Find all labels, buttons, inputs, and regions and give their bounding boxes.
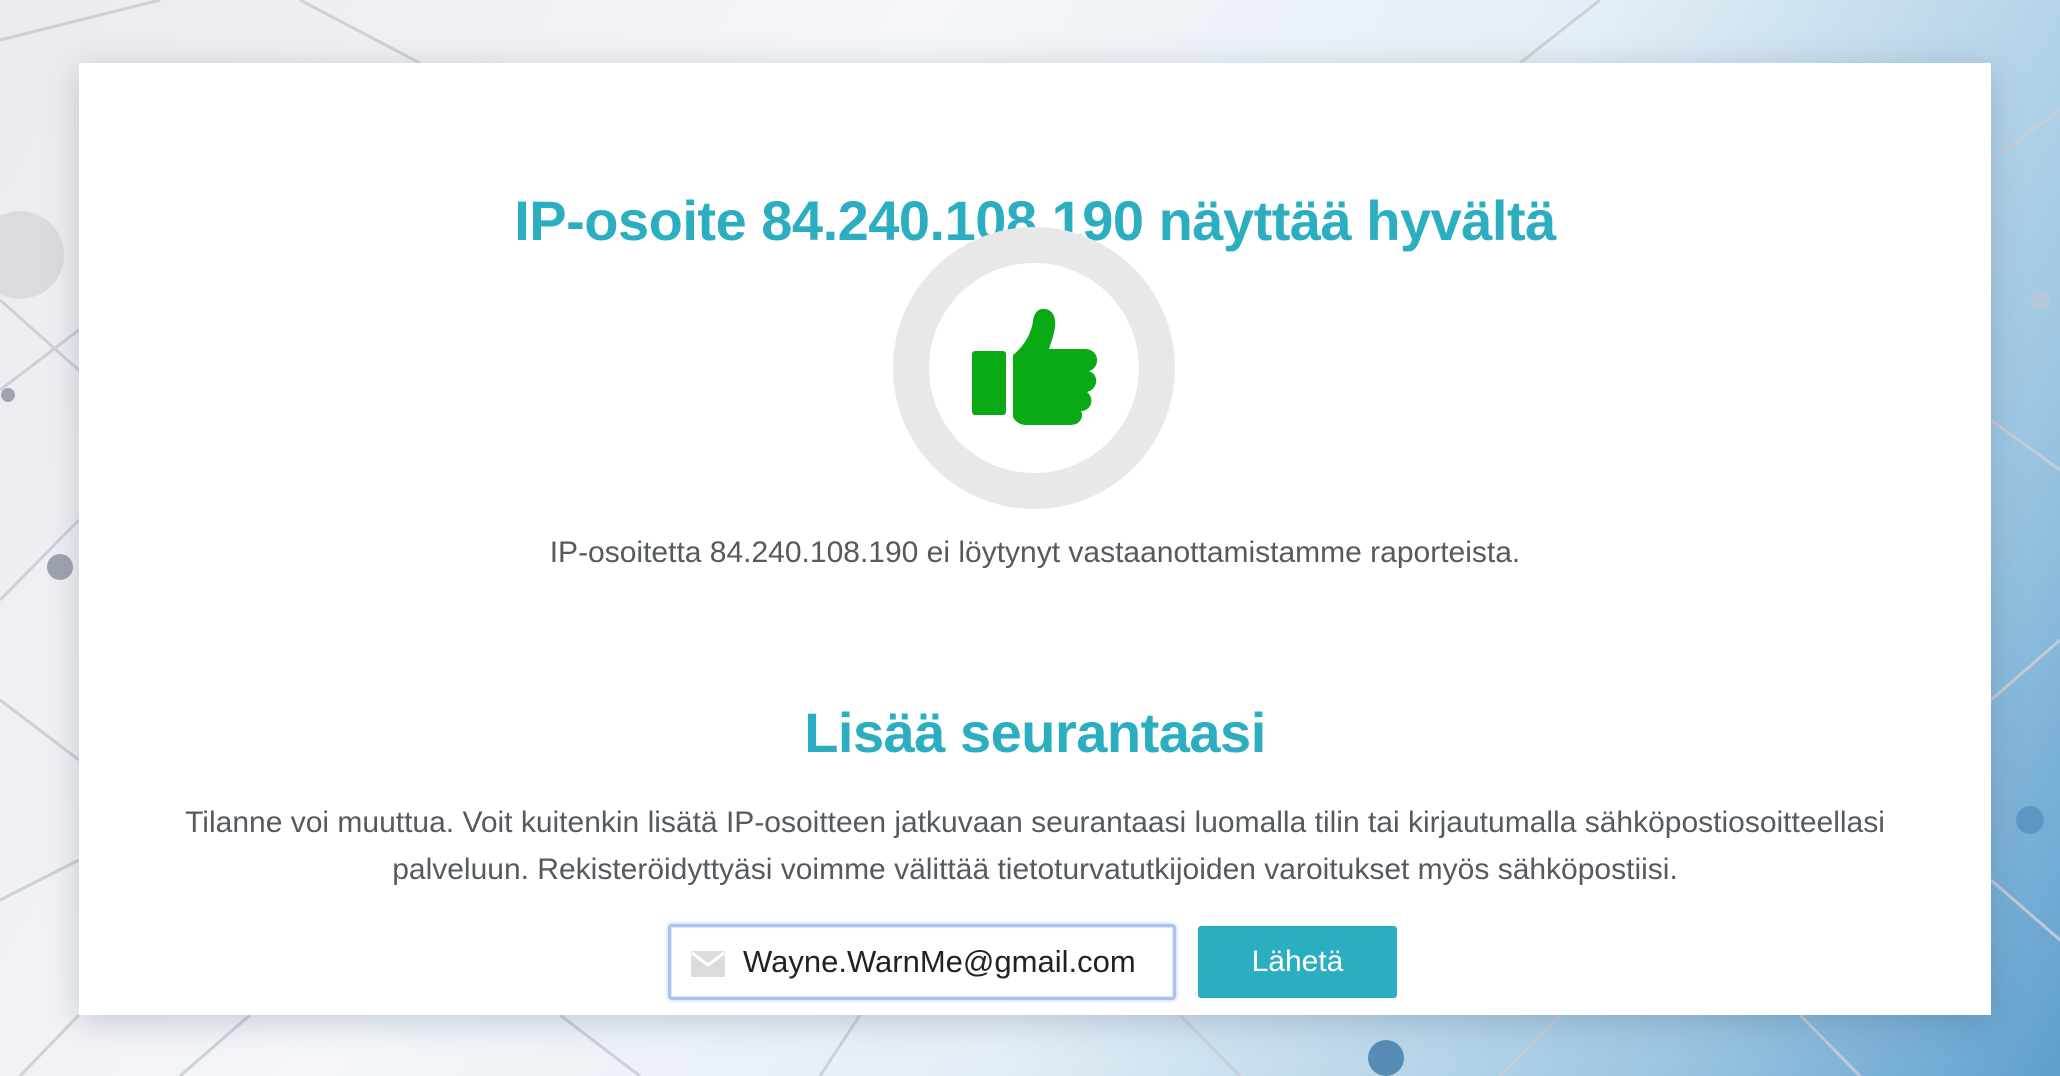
monitor-form: Lähetä [668,924,1397,1000]
status-indicator [893,227,1175,509]
send-button[interactable]: Lähetä [1198,926,1397,998]
result-card: IP-osoite 84.240.108.190 näyttää hyvältä… [79,63,1991,1015]
monitor-description: Tilanne voi muuttua. Voit kuitenkin lisä… [185,806,1885,886]
thumbs-up-icon [972,308,1098,425]
envelope-icon [691,951,725,977]
monitor-title: Lisää seurantaasi [804,701,1266,764]
email-input[interactable] [743,927,1163,997]
result-message: IP-osoitetta 84.240.108.190 ei löytynyt … [549,536,1521,569]
email-field[interactable] [668,924,1176,1000]
